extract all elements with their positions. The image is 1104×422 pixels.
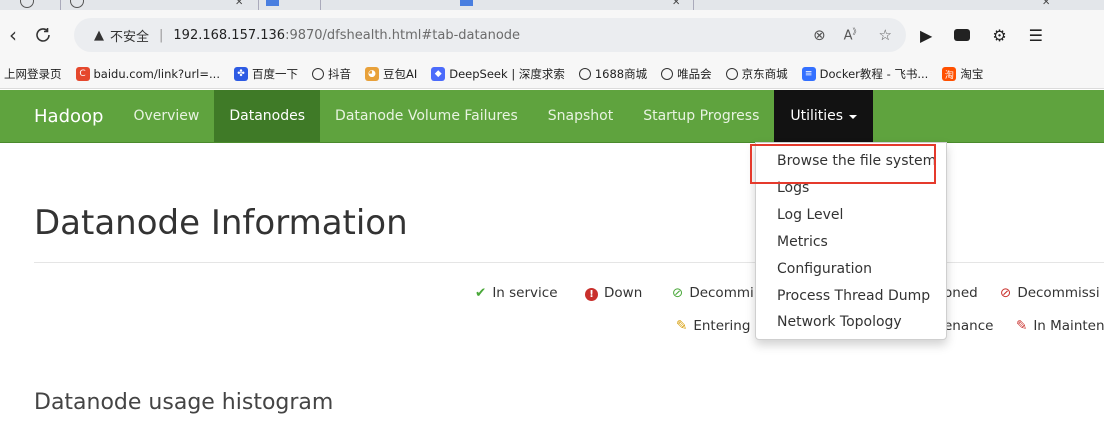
warning-triangle-icon[interactable]: ▲ — [94, 28, 104, 43]
bookmark-item[interactable]: 上网登录页 — [4, 66, 62, 82]
url-path[interactable]: :9870/dfshealth.html#tab-datanode — [285, 28, 520, 43]
legend-decommissioned-dead: ⊘ Decommissi — [1000, 285, 1100, 301]
bookmark-item[interactable]: ≡ Docker教程 - 飞书... — [801, 66, 929, 82]
tab-divider — [693, 0, 694, 10]
bookmark-label: baidu.com/link?url=... — [93, 67, 220, 81]
bookmark-label: DeepSeek | 深度求索 — [449, 67, 565, 81]
baidu-paw-icon: ✤ — [233, 67, 248, 81]
bookmark-item[interactable]: ◆ DeepSeek | 深度求索 — [431, 66, 565, 82]
bookmarks-bar: 上网登录页 Cbaidu.com/link?url=... ✤ 百度一下 抖音 ◕ 豆包AI… — [0, 60, 1104, 89]
tab-divider — [320, 0, 321, 10]
legend-down: ! Down — [585, 285, 642, 301]
globe-icon[interactable] — [70, 0, 84, 8]
close-tab-icon[interactable]: ✕ — [672, 0, 680, 8]
app-install-icon[interactable]: ⊗ — [813, 26, 826, 44]
tab-utilities[interactable]: Utilities — [774, 90, 874, 142]
bookmark-label: 唯品会 — [677, 67, 712, 81]
tab-divider — [258, 0, 259, 10]
menu-item-process-thread-dump[interactable]: Process Thread Dump — [777, 288, 930, 304]
utilities-dropdown-menu: Browse the file system Logs Log Level Me… — [755, 142, 947, 340]
menu-item-network-topology[interactable]: Network Topology — [777, 314, 902, 330]
usage-histogram-heading: Datanode usage histogram — [34, 390, 334, 415]
legend-decommissioning: ⊘ Decommi — [672, 285, 754, 301]
globe-icon — [311, 68, 324, 80]
tab-utilities-label: Utilities — [790, 108, 844, 124]
brand-logo[interactable]: Hadoop — [0, 90, 118, 142]
bookmark-item[interactable]: 唯品会 — [661, 66, 712, 82]
bookmark-label: 淘宝 — [960, 67, 984, 81]
wrench-icon: ✎ — [676, 318, 688, 334]
legend-maintenance-partial: enance — [944, 318, 994, 334]
extension-cat-icon[interactable] — [954, 29, 971, 41]
tab-startup-progress[interactable]: Startup Progress — [628, 90, 774, 142]
legend-in-maintenance: ✎ In Mainten — [1016, 318, 1104, 334]
bookmark-label: 1688商城 — [594, 67, 648, 81]
tab-overview[interactable]: Overview — [118, 90, 214, 142]
browser-extensions: ▶ ⚙ ☰ — [920, 22, 1043, 48]
menu-item-logs[interactable]: Logs — [777, 180, 809, 196]
page-title: Datanode Information — [34, 203, 408, 243]
tab-divider — [60, 0, 61, 10]
caret-down-icon — [849, 115, 858, 119]
address-separator: | — [159, 27, 164, 43]
ban-icon: ⊘ — [1000, 285, 1012, 301]
bookmark-item[interactable]: 抖音 — [311, 66, 351, 82]
bookmark-label: 百度一下 — [251, 67, 298, 81]
c-logo-icon: C — [75, 67, 90, 81]
deepseek-whale-icon: ◆ — [431, 67, 446, 81]
tab-snapshot[interactable]: Snapshot — [533, 90, 628, 142]
globe-icon — [578, 68, 591, 80]
star-favorite-icon[interactable]: ☆ — [879, 26, 892, 44]
tab-favicon-icon[interactable] — [460, 0, 473, 6]
wrench-icon: ✎ — [1016, 318, 1028, 334]
bookmark-label: 豆包AI — [382, 67, 418, 81]
legend-entering-maintenance: ✎ Entering M — [676, 318, 767, 334]
tab-datanode-volume-failures[interactable]: Datanode Volume Failures — [320, 90, 533, 142]
bookmark-label: 京东商城 — [741, 67, 788, 81]
back-icon[interactable]: ‹ — [0, 22, 26, 48]
bookmark-item[interactable]: ✤ 百度一下 — [233, 66, 298, 82]
exclamation-circle-icon: ! — [585, 288, 598, 301]
menu-item-configuration[interactable]: Configuration — [777, 261, 872, 277]
bookmark-item[interactable]: Cbaidu.com/link?url=... — [75, 67, 220, 81]
bookmark-item[interactable]: ◕ 豆包AI — [364, 66, 418, 82]
bookmark-item[interactable]: 京东商城 — [725, 66, 788, 82]
bookmark-label: Docker教程 - 飞书... — [819, 67, 929, 81]
hadoop-navbar: Hadoop Overview Datanodes Datanode Volum… — [0, 90, 1104, 143]
doubao-icon: ◕ — [364, 67, 379, 81]
menu-item-browse-file-system[interactable]: Browse the file system — [777, 153, 936, 169]
menu-item-log-level[interactable]: Log Level — [777, 207, 843, 223]
browser-tab-strip: ✕ ✕ ✕ — [0, 0, 1104, 10]
tab-datanodes[interactable]: Datanodes — [214, 90, 321, 142]
read-aloud-icon[interactable]: A》 — [844, 26, 861, 43]
menu-item-metrics[interactable]: Metrics — [777, 234, 828, 250]
taobao-icon: 淘 — [942, 67, 957, 81]
close-tab-icon[interactable]: ✕ — [235, 0, 243, 8]
feishu-doc-icon: ≡ — [801, 67, 816, 81]
extensions-puzzle-icon[interactable]: ⚙ — [992, 26, 1006, 45]
check-icon: ✔ — [475, 285, 487, 301]
bookmark-label: 抖音 — [327, 67, 351, 81]
browser-toolbar: ‹ ▲ 不安全 | 192.168.157.136:9870/dfshealth… — [0, 10, 1104, 60]
globe-icon — [661, 68, 674, 80]
bookmark-item[interactable]: 1688商城 — [578, 66, 648, 82]
bookmark-item[interactable]: 淘淘宝 — [942, 66, 983, 82]
favorites-list-icon[interactable]: ☰ — [1029, 26, 1043, 45]
tab-favicon-icon[interactable] — [20, 0, 34, 8]
bookmark-label: 上网登录页 — [4, 67, 62, 81]
address-bar[interactable]: ▲ 不安全 | 192.168.157.136:9870/dfshealth.h… — [74, 18, 906, 52]
url-host[interactable]: 192.168.157.136 — [173, 28, 285, 43]
close-tab-icon[interactable]: ✕ — [1042, 0, 1050, 8]
reload-icon[interactable] — [30, 22, 56, 48]
security-status-label[interactable]: 不安全 — [110, 26, 149, 45]
tab-favicon-icon[interactable] — [266, 0, 279, 6]
play-extension-icon[interactable]: ▶ — [920, 26, 932, 45]
legend-decommissioned-partial: oned — [944, 285, 978, 301]
address-bar-actions: ⊗ A》 ☆ — [813, 18, 892, 52]
ban-icon: ⊘ — [672, 285, 684, 301]
globe-icon — [725, 68, 738, 80]
legend-in-service: ✔ In service — [475, 285, 558, 301]
